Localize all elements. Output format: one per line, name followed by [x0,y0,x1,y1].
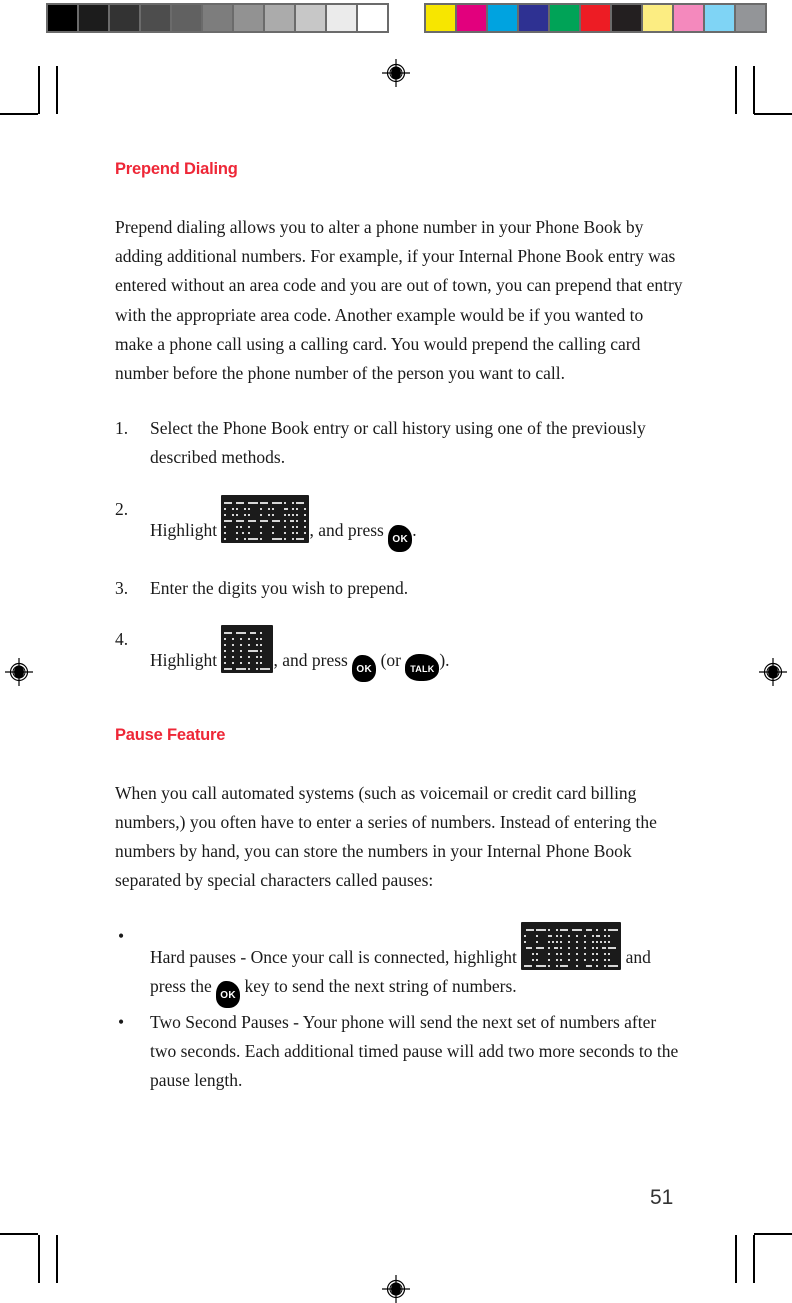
registration-target-left [5,658,33,686]
registration-target-top [382,59,410,87]
bullet-marker: • [118,1011,125,1032]
step-item-4: 4. Highlight , and press OK (or TALK). [115,624,685,682]
color-swatch-0 [426,5,455,31]
color-swatch-7 [643,5,672,31]
lcd-display-dial [221,624,274,673]
grayscale-swatch-10 [358,5,387,31]
step-text-between: (or [380,649,401,670]
lcd-display-prepend [221,494,310,543]
bullet-text-after: key to send the next string of numbers. [244,975,517,996]
section-heading-prepend-dialing: Prepend Dialing [115,160,238,178]
step-text: Enter the digits you wish to prepend. [150,577,409,598]
step-item-2: 2. Highlight , and press OK. [115,494,685,552]
color-swatch-1 [457,5,486,31]
crop-mark-top-left-horizontal [0,113,38,115]
crop-mark-top-right-inner-vertical [753,66,755,114]
grayscale-swatch-0 [48,5,77,31]
step-text-before: Highlight [150,649,218,670]
grayscale-swatch-6 [234,5,263,31]
bullet-text: Two Second Pauses - Your phone will send… [150,1011,679,1091]
step-marker: 1. [115,418,129,439]
ok-key-icon[interactable]: OK [216,980,241,1008]
bullet-marker: • [118,925,125,946]
crop-mark-top-right-horizontal [754,113,792,115]
grayscale-swatch-5 [203,5,232,31]
grayscale-calibration-bar [46,3,389,33]
grayscale-swatch-7 [265,5,294,31]
step-text-after: ). [439,649,450,670]
step-text-before: Highlight [150,519,218,540]
color-swatch-3 [519,5,548,31]
color-swatch-5 [581,5,610,31]
step-marker: 3. [115,577,129,598]
section-heading-pause-feature: Pause Feature [115,725,226,744]
page-content: Prepend Dialing Prepend dialing allows y… [115,160,685,1095]
registration-target-right [759,658,787,686]
color-calibration-bar [424,3,767,33]
step-item-3: 3. Enter the digits you wish to prepend. [115,574,685,603]
grayscale-swatch-1 [79,5,108,31]
step-marker: 4. [115,628,129,649]
step-text-after: . [412,519,417,540]
ok-key-icon[interactable]: OK [352,654,377,682]
lcd-display-send-tone [521,921,622,970]
crop-mark-bottom-right-horizontal [754,1233,792,1235]
talk-key-icon[interactable]: TALK [405,653,440,681]
prepend-dialing-step-list: 1. Select the Phone Book entry or call h… [115,414,685,682]
step-marker: 2. [115,498,129,519]
grayscale-swatch-2 [110,5,139,31]
grayscale-swatch-8 [296,5,325,31]
crop-mark-bottom-right-inner-vertical [753,1235,755,1283]
registration-target-bottom [382,1275,410,1303]
crop-mark-bottom-left-inner-vertical [38,1235,40,1283]
pause-feature-bullet-list: • Hard pauses - Once your call is connec… [115,921,685,1096]
color-swatch-4 [550,5,579,31]
bullet-text-before: Hard pauses - Once your call is connecte… [150,946,517,967]
color-swatch-6 [612,5,641,31]
crop-mark-top-left-inner-vertical [38,66,40,114]
crop-mark-bottom-right-vertical [735,1235,737,1283]
bullet-item-two-second-pauses: • Two Second Pauses - Your phone will se… [115,1008,685,1096]
grayscale-swatch-4 [172,5,201,31]
color-swatch-9 [705,5,734,31]
crop-mark-bottom-left-horizontal [0,1233,38,1235]
step-item-1: 1. Select the Phone Book entry or call h… [115,414,685,472]
ok-key-icon[interactable]: OK [388,524,413,552]
step-text: Select the Phone Book entry or call hist… [150,418,646,468]
prepend-dialing-paragraph: Prepend dialing allows you to alter a ph… [115,217,683,384]
color-swatch-10 [736,5,765,31]
crop-mark-top-left-vertical [56,66,58,114]
bullet-item-hard-pauses: • Hard pauses - Once your call is connec… [115,921,685,1008]
step-text-middle: , and press [309,519,384,540]
grayscale-swatch-9 [327,5,356,31]
crop-mark-top-right-vertical [735,66,737,114]
page-number: 51 [650,1186,674,1209]
grayscale-swatch-3 [141,5,170,31]
pause-feature-paragraph: When you call automated systems (such as… [115,782,657,891]
color-swatch-8 [674,5,703,31]
color-swatch-2 [488,5,517,31]
step-text-middle: , and press [273,649,348,670]
crop-mark-bottom-left-vertical [56,1235,58,1283]
